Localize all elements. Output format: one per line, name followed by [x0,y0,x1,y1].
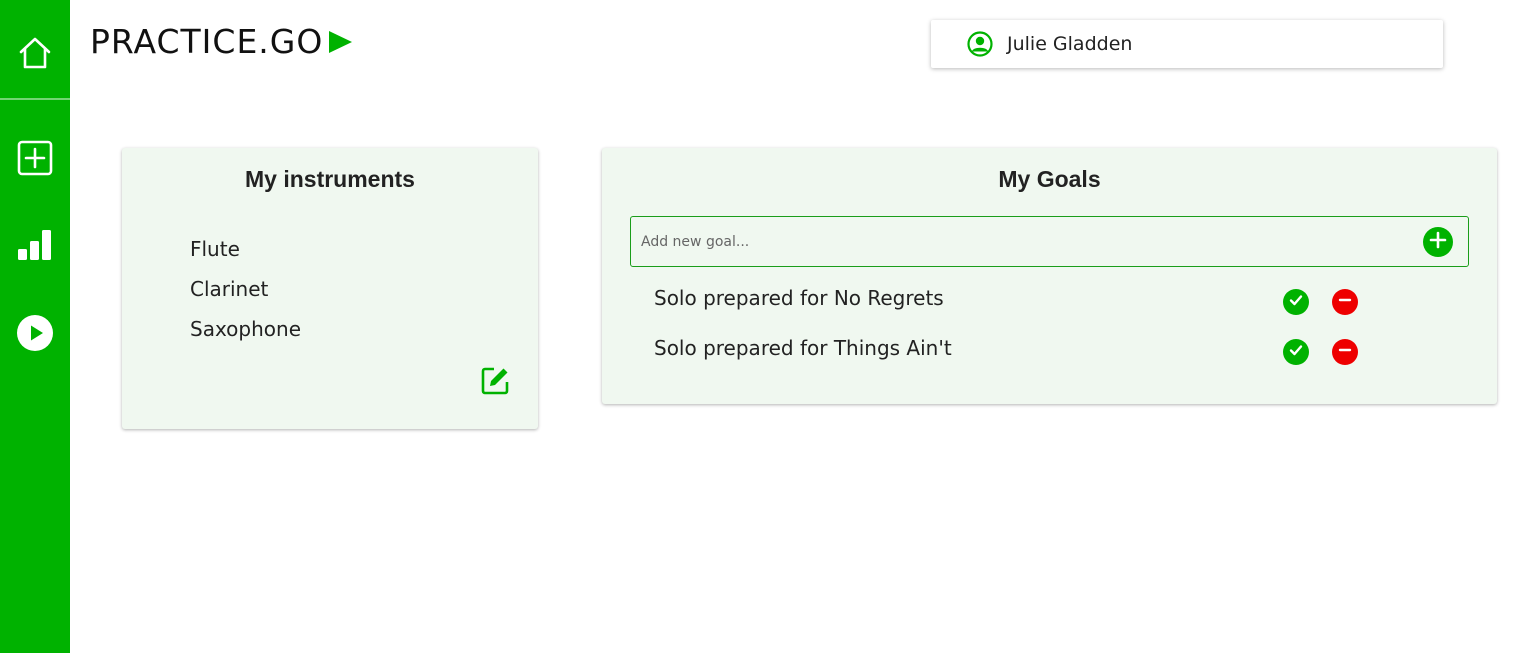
sidebar-item-add[interactable] [0,125,70,195]
instrument-item: Flute [190,237,240,261]
logo-play-arrow-icon [329,31,353,53]
goals-title: My Goals [998,166,1101,192]
plus-icon [1429,231,1447,253]
minus-icon [1337,342,1353,362]
minus-icon [1337,292,1353,312]
edit-instruments-button[interactable] [480,366,510,400]
add-goal-button[interactable] [1423,227,1453,257]
user-account-box[interactable]: Julie Gladden [931,20,1443,68]
goal-input[interactable] [631,217,1411,266]
complete-goal-button[interactable] [1283,339,1309,365]
goal-text: Solo prepared for No Regrets [654,286,944,310]
plus-square-icon [17,140,53,180]
play-circle-icon [16,314,54,356]
sidebar-item-play[interactable] [0,300,70,370]
user-name: Julie Gladden [1007,33,1133,55]
remove-goal-button[interactable] [1332,339,1358,365]
sidebar-divider [0,98,70,100]
check-icon [1288,342,1304,362]
sidebar-item-stats[interactable] [0,212,70,282]
instrument-item: Saxophone [190,317,301,341]
goal-row: Solo prepared for No Regrets [654,281,1414,321]
sidebar-item-home[interactable] [0,20,70,90]
instrument-list: Flute Clarinet Saxophone [190,234,301,354]
instruments-title: My instruments [245,166,415,192]
account-circle-icon [967,31,993,57]
goal-row: Solo prepared for Things Ain't [654,331,1414,371]
sidebar [0,0,70,653]
home-icon [17,35,53,75]
check-icon [1288,292,1304,312]
remove-goal-button[interactable] [1332,289,1358,315]
goal-text: Solo prepared for Things Ain't [654,336,952,360]
goal-input-container [630,216,1469,267]
logo-text: PRACTICE.GO [90,22,324,61]
goals-card: My Goals Solo prepared for No Regrets [602,148,1497,404]
instrument-item: Clarinet [190,277,269,301]
app-logo[interactable]: PRACTICE.GO [90,22,353,62]
edit-icon [480,366,510,400]
instruments-card: My instruments Flute Clarinet Saxophone [122,148,538,429]
bar-chart-icon [17,229,53,265]
complete-goal-button[interactable] [1283,289,1309,315]
